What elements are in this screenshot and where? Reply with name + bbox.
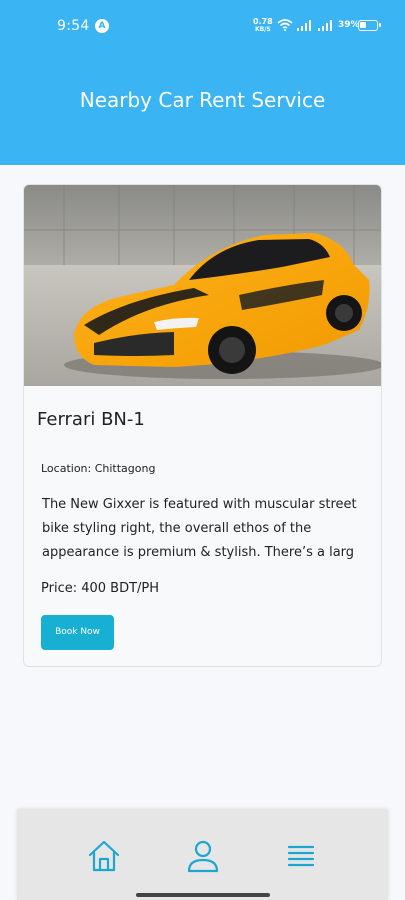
user-icon[interactable] xyxy=(185,838,221,874)
menu-icon[interactable] xyxy=(283,838,319,874)
network-speed: 0.78 KB/S xyxy=(253,18,273,34)
battery-percent: 39% xyxy=(338,20,360,30)
status-time: 9:54 xyxy=(57,18,90,34)
car-location: Location: Chittagong xyxy=(41,462,156,475)
app-header: 9:54 A 0.78 KB/S 39% Nearby Car Rent Ser… xyxy=(0,0,405,165)
car-image xyxy=(24,185,381,386)
app-notification-icon: A xyxy=(95,19,109,33)
car-price: Price: 400 BDT/PH xyxy=(41,581,160,596)
car-card: Ferrari BN-1 Location: Chittagong The Ne… xyxy=(23,184,382,667)
gesture-bar[interactable] xyxy=(136,893,270,897)
home-icon[interactable] xyxy=(86,838,122,874)
car-description: The New Gixxer is featured with muscular… xyxy=(42,497,357,560)
status-bar: 9:54 A 0.78 KB/S 39% xyxy=(0,0,405,52)
network-speed-value: 0.78 xyxy=(253,17,273,26)
car-name: Ferrari BN-1 xyxy=(37,409,145,430)
book-now-button[interactable]: Book Now xyxy=(41,615,114,650)
network-speed-unit: KB/S xyxy=(255,26,271,33)
wifi-icon xyxy=(277,19,293,31)
signal-icon xyxy=(297,20,311,31)
bottom-navigation xyxy=(17,810,388,900)
battery-icon xyxy=(358,20,381,31)
signal-icon-2 xyxy=(318,20,332,31)
page-title: Nearby Car Rent Service xyxy=(79,88,326,112)
